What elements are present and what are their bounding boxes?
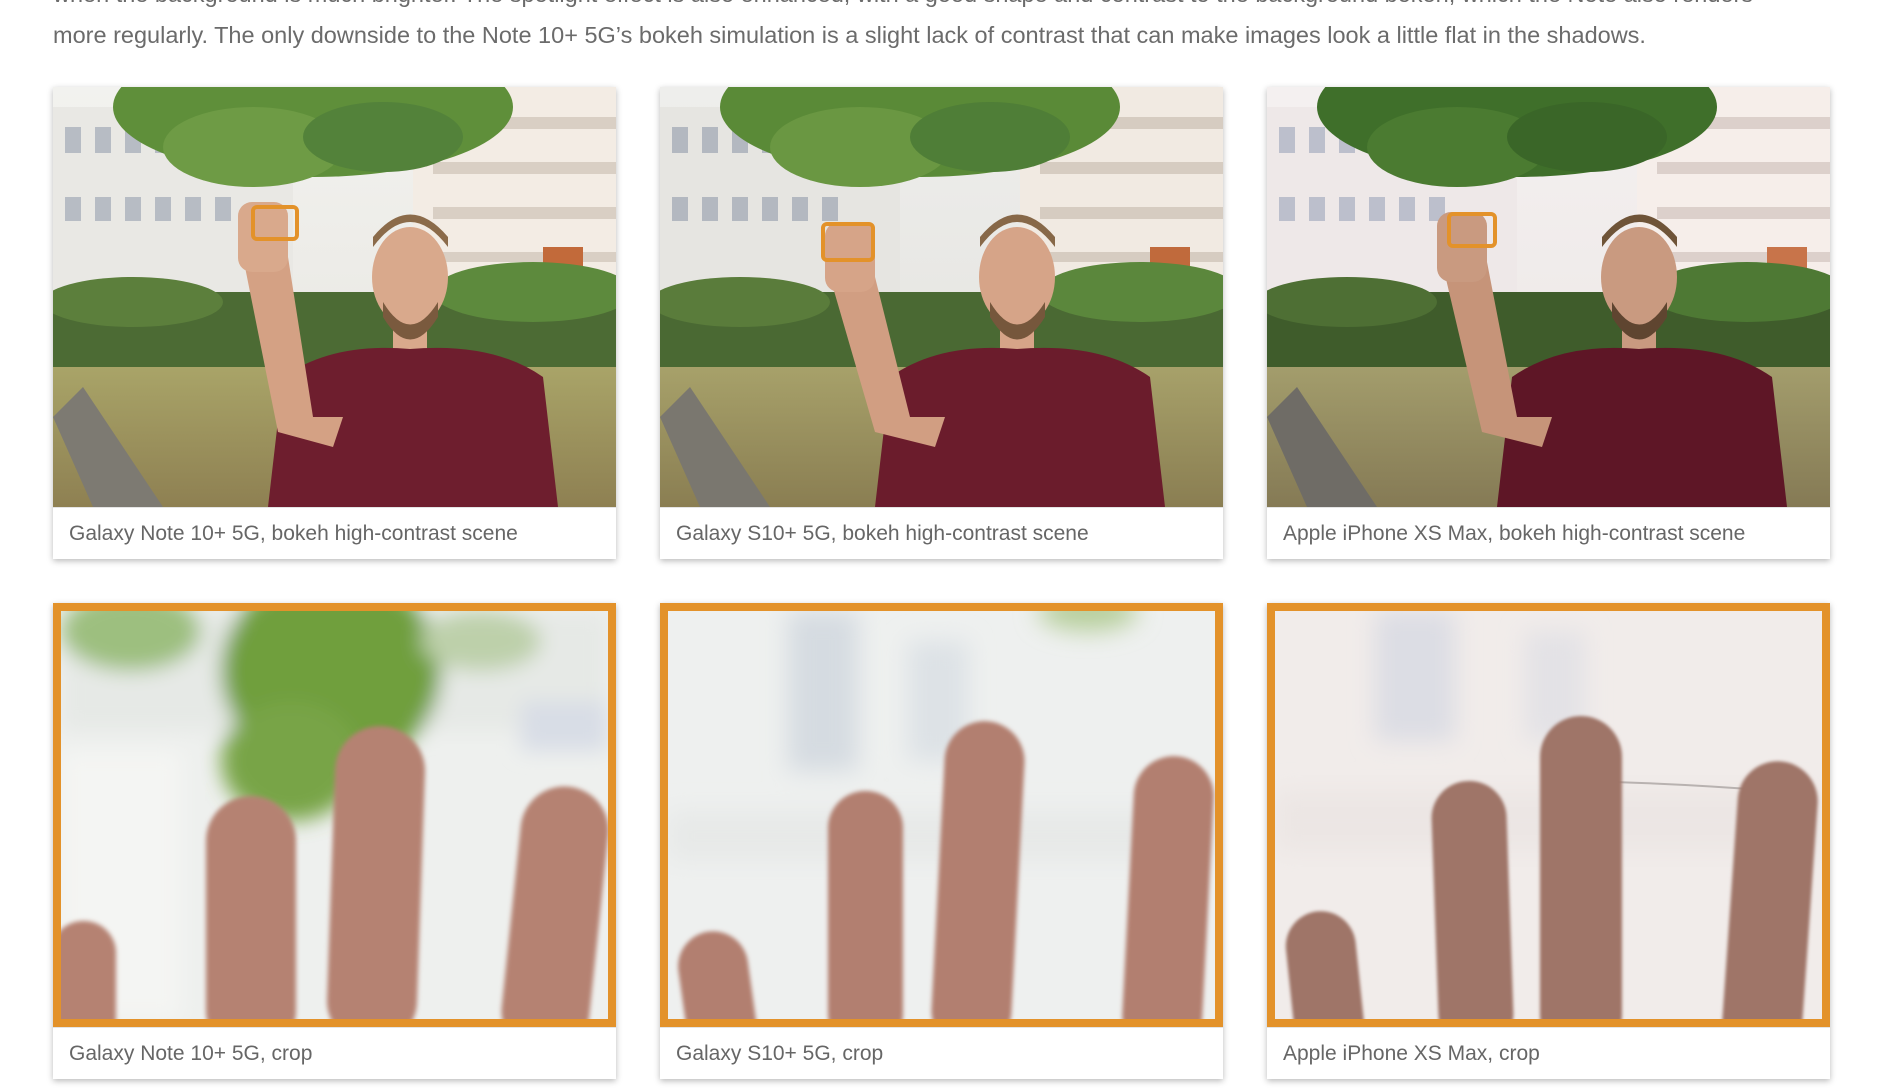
article-paragraph: when the background is much brighter. Th… <box>53 0 1843 56</box>
crop-photo-s10[interactable] <box>660 603 1223 1027</box>
finger-crop-image <box>61 611 608 1019</box>
crop-figure-iphone: Apple iPhone XS Max, crop <box>1267 603 1830 1079</box>
scene-photo-iphone[interactable] <box>1267 87 1830 507</box>
scene-caption: Galaxy Note 10+ 5G, bokeh high-contrast … <box>53 507 616 559</box>
crop-figure-s10: Galaxy S10+ 5G, crop <box>660 603 1223 1079</box>
crop-photo-iphone[interactable] <box>1267 603 1830 1027</box>
finger-crop-image <box>1275 611 1822 1019</box>
article-line: more regularly. The only downside to the… <box>53 22 1646 48</box>
crop-caption: Apple iPhone XS Max, crop <box>1267 1027 1830 1079</box>
scene-figure-note10: Galaxy Note 10+ 5G, bokeh high-contrast … <box>53 87 616 559</box>
finger-crop-image <box>668 611 1215 1019</box>
scene-caption: Apple iPhone XS Max, bokeh high-contrast… <box>1267 507 1830 559</box>
article-line: when the background is much brighter. Th… <box>53 0 1843 15</box>
crop-figure-note10: Galaxy Note 10+ 5G, crop <box>53 603 616 1079</box>
scene-figure-s10: Galaxy S10+ 5G, bokeh high-contrast scen… <box>660 87 1223 559</box>
crop-caption: Galaxy Note 10+ 5G, crop <box>53 1027 616 1079</box>
scene-photo-s10[interactable] <box>660 87 1223 507</box>
scene-photo-note10[interactable] <box>53 87 616 507</box>
portrait-bokeh-image <box>53 87 616 507</box>
portrait-bokeh-image <box>1267 87 1830 507</box>
crop-photo-note10[interactable] <box>53 603 616 1027</box>
scene-figure-iphone: Apple iPhone XS Max, bokeh high-contrast… <box>1267 87 1830 559</box>
crop-caption: Galaxy S10+ 5G, crop <box>660 1027 1223 1079</box>
portrait-bokeh-image <box>660 87 1223 507</box>
scene-caption: Galaxy S10+ 5G, bokeh high-contrast scen… <box>660 507 1223 559</box>
